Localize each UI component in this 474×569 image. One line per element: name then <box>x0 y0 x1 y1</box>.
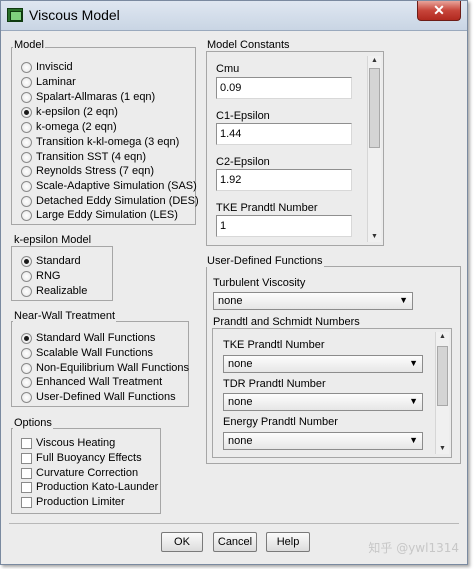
button-separator <box>9 523 459 524</box>
radio-selected-icon <box>21 255 32 267</box>
c2-epsilon-label: C2-Epsilon <box>216 156 270 168</box>
watermark: 知乎 @ywl1314 <box>368 541 459 555</box>
udf-tke-prandtl-value: none <box>228 358 253 370</box>
radio-icon <box>21 347 32 359</box>
cancel-button[interactable]: Cancel <box>213 532 257 552</box>
model-option-k-epsilon[interactable]: k-epsilon (2 eqn) <box>21 105 118 119</box>
chevron-down-icon: ▼ <box>409 396 418 406</box>
ok-button[interactable]: OK <box>161 532 203 552</box>
scroll-thumb[interactable] <box>437 346 448 406</box>
c1-epsilon-label: C1-Epsilon <box>216 110 270 122</box>
udf-tdr-prandtl-value: none <box>228 396 253 408</box>
udf-energy-prandtl-dropdown[interactable]: none ▼ <box>223 432 423 450</box>
radio-icon <box>21 76 32 88</box>
radio-icon <box>21 376 32 388</box>
scroll-down-icon[interactable]: ▼ <box>368 232 381 242</box>
radio-icon <box>21 136 32 148</box>
wall-option-user-defined[interactable]: User-Defined Wall Functions <box>21 390 176 404</box>
ke-option-standard[interactable]: Standard <box>21 254 81 268</box>
window-title: Viscous Model <box>29 7 120 23</box>
turbulent-viscosity-label: Turbulent Viscosity <box>213 277 306 289</box>
checkbox-icon <box>21 496 32 508</box>
wall-option-enhanced[interactable]: Enhanced Wall Treatment <box>21 375 162 389</box>
model-option-les[interactable]: Large Eddy Simulation (LES) <box>21 208 178 222</box>
checkbox-icon <box>21 467 32 479</box>
option-curvature-correction[interactable]: Curvature Correction <box>21 466 138 480</box>
udf-tdr-prandtl-dropdown[interactable]: none ▼ <box>223 393 423 411</box>
model-option-sas[interactable]: Scale-Adaptive Simulation (SAS) <box>21 179 197 193</box>
option-viscous-heating[interactable]: Viscous Heating <box>21 436 115 450</box>
model-option-laminar[interactable]: Laminar <box>21 75 76 89</box>
model-option-inviscid[interactable]: Inviscid <box>21 60 73 74</box>
scroll-thumb[interactable] <box>369 68 380 148</box>
option-production-limiter[interactable]: Production Limiter <box>21 495 125 509</box>
model-option-transition-k-kl-omega[interactable]: Transition k-kl-omega (3 eqn) <box>21 135 179 149</box>
radio-icon <box>21 195 32 207</box>
udf-group-label: User-Defined Functions <box>206 255 324 267</box>
scroll-down-icon[interactable]: ▼ <box>436 444 449 454</box>
model-option-k-omega[interactable]: k-omega (2 eqn) <box>21 120 117 134</box>
radio-icon <box>21 61 32 73</box>
model-constants-label: Model Constants <box>206 39 291 51</box>
app-icon <box>7 8 23 22</box>
radio-selected-icon <box>21 332 32 344</box>
radio-icon <box>21 362 32 374</box>
scroll-up-icon[interactable]: ▲ <box>436 332 449 342</box>
chevron-down-icon: ▼ <box>409 358 418 368</box>
ke-option-rng[interactable]: RNG <box>21 269 60 283</box>
udf-tke-prandtl-label: TKE Prandtl Number <box>223 339 325 351</box>
scroll-up-icon[interactable]: ▲ <box>368 56 381 66</box>
c1-epsilon-input[interactable]: 1.44 <box>216 123 352 145</box>
prandtl-schmidt-label: Prandtl and Schmidt Numbers <box>212 316 361 328</box>
model-option-des[interactable]: Detached Eddy Simulation (DES) <box>21 194 199 208</box>
constants-scrollbar[interactable]: ▲ ▼ <box>367 56 381 242</box>
radio-icon <box>21 391 32 403</box>
checkbox-icon <box>21 481 32 493</box>
wall-option-standard[interactable]: Standard Wall Functions <box>21 331 155 345</box>
title-bar[interactable]: Viscous Model ✕ <box>1 1 467 31</box>
wall-option-scalable[interactable]: Scalable Wall Functions <box>21 346 153 360</box>
options-group-label: Options <box>13 417 53 429</box>
checkbox-icon <box>21 437 32 449</box>
model-option-transition-sst[interactable]: Transition SST (4 eqn) <box>21 150 146 164</box>
radio-icon <box>21 180 32 192</box>
udf-tdr-prandtl-label: TDR Prandtl Number <box>223 378 326 390</box>
chevron-down-icon: ▼ <box>409 435 418 445</box>
radio-icon <box>21 121 32 133</box>
model-group-label: Model <box>13 39 45 51</box>
option-full-buoyancy[interactable]: Full Buoyancy Effects <box>21 451 142 465</box>
radio-icon <box>21 209 32 221</box>
cmu-input[interactable]: 0.09 <box>216 77 352 99</box>
turbulent-viscosity-dropdown[interactable]: none ▼ <box>213 292 413 310</box>
wall-option-non-equilibrium[interactable]: Non-Equilibrium Wall Functions <box>21 361 189 375</box>
udf-scrollbar[interactable]: ▲ ▼ <box>435 332 449 454</box>
udf-tke-prandtl-dropdown[interactable]: none ▼ <box>223 355 423 373</box>
close-button[interactable]: ✕ <box>417 1 461 21</box>
radio-selected-icon <box>21 106 32 118</box>
radio-icon <box>21 165 32 177</box>
viscous-model-dialog: Viscous Model ✕ Model Inviscid Laminar S… <box>0 0 468 565</box>
radio-icon <box>21 151 32 163</box>
near-wall-group-label: Near-Wall Treatment <box>13 310 117 322</box>
turbulent-viscosity-value: none <box>218 295 243 307</box>
tke-prandtl-input[interactable]: 1 <box>216 215 352 237</box>
option-production-kato-launder[interactable]: Production Kato-Launder <box>21 480 158 494</box>
help-button[interactable]: Help <box>266 532 310 552</box>
model-option-reynolds-stress[interactable]: Reynolds Stress (7 eqn) <box>21 164 154 178</box>
radio-icon <box>21 270 32 282</box>
radio-icon <box>21 91 32 103</box>
model-option-spalart-allmaras[interactable]: Spalart-Allmaras (1 eqn) <box>21 90 155 104</box>
chevron-down-icon: ▼ <box>399 295 408 305</box>
udf-energy-prandtl-value: none <box>228 435 253 447</box>
radio-icon <box>21 285 32 297</box>
ke-model-group-label: k-epsilon Model <box>13 234 93 246</box>
checkbox-icon <box>21 452 32 464</box>
ke-option-realizable[interactable]: Realizable <box>21 284 87 298</box>
c2-epsilon-input[interactable]: 1.92 <box>216 169 352 191</box>
udf-energy-prandtl-label: Energy Prandtl Number <box>223 416 338 428</box>
cmu-label: Cmu <box>216 63 240 75</box>
tke-prandtl-label: TKE Prandtl Number <box>216 202 318 214</box>
